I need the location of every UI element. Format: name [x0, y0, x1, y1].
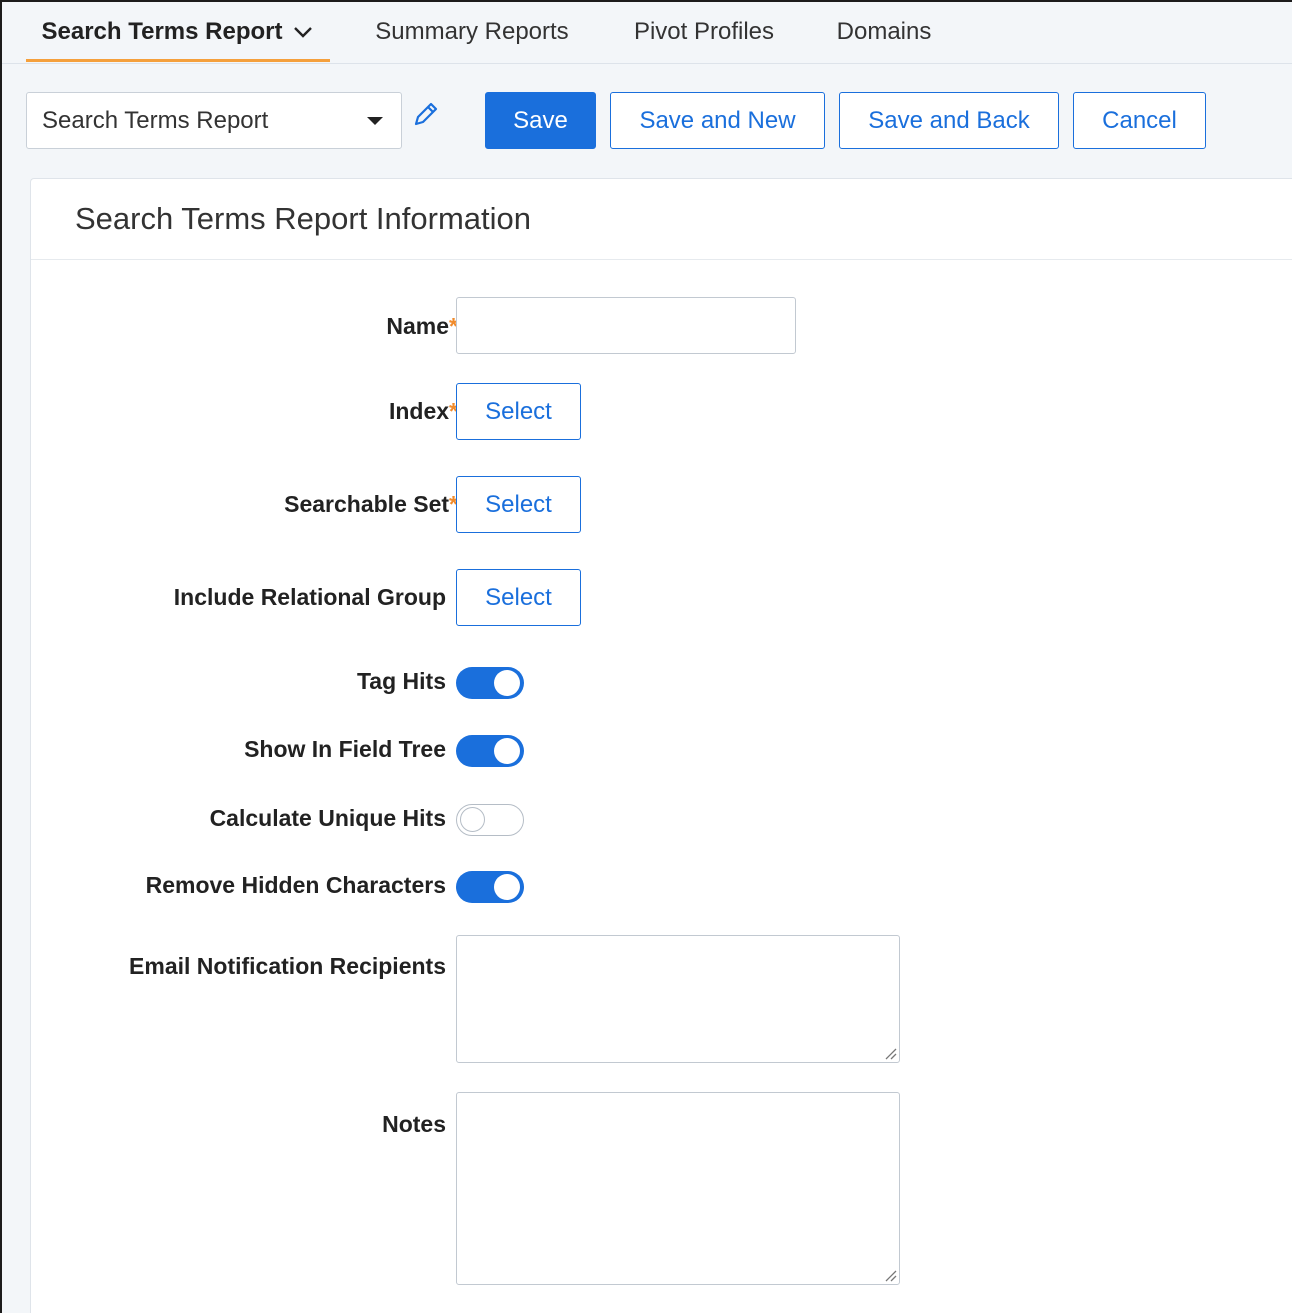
- notes-textarea[interactable]: [456, 1092, 900, 1285]
- layout-select-value: Search Terms Report: [42, 106, 269, 134]
- tag-hits-label: Tag Hits: [356, 668, 446, 694]
- card-title: Search Terms Report Information: [75, 201, 532, 236]
- layout-select[interactable]: Search Terms Report: [26, 92, 402, 149]
- tab-label: Summary Reports: [375, 18, 569, 45]
- tab-label: Search Terms Report: [41, 18, 283, 45]
- email-recipients-textarea[interactable]: [456, 935, 900, 1063]
- pencil-icon[interactable]: [410, 98, 442, 130]
- index-label: Index*: [389, 398, 458, 425]
- name-label: Name*: [386, 313, 458, 340]
- index-label-text: Index: [388, 398, 450, 424]
- tab-domains[interactable]: Domains: [818, 2, 950, 62]
- toggle-knob: [460, 807, 485, 832]
- tag-hits-toggle[interactable]: [456, 667, 524, 699]
- card-divider: [31, 259, 1292, 260]
- calculate-unique-hits-toggle[interactable]: [456, 804, 524, 836]
- tab-bar: Search Terms Report Summary Reports Pivo…: [2, 2, 1292, 64]
- show-in-field-tree-label: Show In Field Tree: [244, 736, 446, 762]
- searchable-set-label-text: Searchable Set: [284, 491, 450, 517]
- searchable-set-label: Searchable Set*: [284, 491, 458, 518]
- tab-summary-reports[interactable]: Summary Reports: [354, 2, 590, 62]
- email-recipients-label: Email Notification Recipients: [129, 953, 446, 979]
- save-and-new-button[interactable]: Save and New: [610, 92, 825, 149]
- relational-group-select-button[interactable]: Select: [456, 569, 581, 626]
- toolbar: Search Terms Report Save Save and New Sa…: [2, 64, 1292, 176]
- save-and-back-button[interactable]: Save and Back: [839, 92, 1059, 149]
- resize-grip-icon[interactable]: [883, 1268, 897, 1282]
- name-label-text: Name: [386, 313, 450, 339]
- remove-hidden-characters-toggle[interactable]: [456, 871, 524, 903]
- tab-search-terms-report[interactable]: Search Terms Report: [26, 2, 330, 62]
- relational-group-label: Include Relational Group: [173, 584, 446, 610]
- index-select-button[interactable]: Select: [456, 383, 581, 440]
- save-button[interactable]: Save: [485, 92, 596, 149]
- tab-pivot-profiles[interactable]: Pivot Profiles: [612, 2, 796, 62]
- searchable-set-select-button[interactable]: Select: [456, 476, 581, 533]
- calculate-unique-hits-label: Calculate Unique Hits: [209, 805, 446, 831]
- name-input[interactable]: [456, 297, 796, 354]
- dropdown-caret-icon: [367, 117, 383, 125]
- resize-grip-icon[interactable]: [883, 1046, 897, 1060]
- show-in-field-tree-toggle[interactable]: [456, 735, 524, 767]
- tab-label: Domains: [836, 18, 932, 45]
- remove-hidden-characters-label: Remove Hidden Characters: [145, 872, 446, 898]
- toggle-knob: [494, 738, 520, 764]
- cancel-button[interactable]: Cancel: [1073, 92, 1206, 149]
- tab-label: Pivot Profiles: [633, 18, 775, 45]
- report-info-card: Search Terms Report Information Name* In…: [30, 178, 1292, 1313]
- toggle-knob: [494, 670, 520, 696]
- notes-label: Notes: [382, 1111, 446, 1137]
- toggle-knob: [494, 874, 520, 900]
- chevron-down-icon: [294, 27, 313, 38]
